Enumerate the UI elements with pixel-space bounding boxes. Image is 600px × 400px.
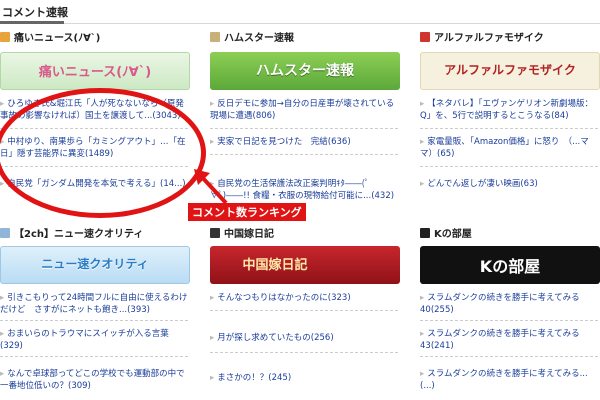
list-item-text[interactable]: スラムダンクの続きを勝手に考えてみる40(255) xyxy=(420,293,580,315)
bullet-icon: ▸ xyxy=(0,329,5,339)
bullet-icon: ▸ xyxy=(420,137,425,147)
list-item-text[interactable]: 実家で日記を見つけた 完結(636) xyxy=(217,137,350,147)
list-item[interactable]: ▸ スラムダンクの続きを勝手に考えてみる40(255) xyxy=(420,292,598,316)
site-banner[interactable]: Kの部屋 xyxy=(420,246,600,284)
site-title[interactable]: ハムスター速報 xyxy=(210,32,294,46)
2ch-site-icon xyxy=(0,228,10,238)
site-title-link[interactable]: Kの部屋 xyxy=(434,229,472,240)
list-item-text[interactable]: 月が探し求めていたもの(256) xyxy=(217,333,333,343)
bullet-icon: ▸ xyxy=(210,99,215,109)
divider xyxy=(420,128,598,129)
section-header: コメント速報 xyxy=(0,0,600,24)
bullet-icon: ▸ xyxy=(420,329,425,339)
bullet-icon: ▸ xyxy=(420,179,425,189)
callout-label: コメント数ランキング xyxy=(188,203,306,221)
list-item[interactable]: ▸ なんで卓球部ってどこの学校でも運動部の中で一番地位低いの？(309) xyxy=(0,368,188,392)
k-room-site-icon xyxy=(420,228,430,238)
divider xyxy=(420,356,598,357)
list-item-text[interactable]: 自民党の生活保護法改正案判明ｷﾀ――(ﾟ∀ﾟ)――!! 食糧・衣服の現物給付可能… xyxy=(210,179,394,201)
list-item-text[interactable]: 家電量販、「Amazon価格」に怒り （...ママ）(65) xyxy=(420,137,589,159)
list-item[interactable]: ▸ そんなつもりはなかったのに(323) xyxy=(210,292,398,304)
hamster-site-icon xyxy=(210,32,220,42)
list-item-text[interactable]: 引きこもりって24時間フルに自由に使えるわけだけど さすがにネットも飽き...(… xyxy=(0,293,187,315)
site-banner-text: ハムスター速報 xyxy=(256,63,354,79)
china-wife-site-icon xyxy=(210,228,220,238)
list-item-text[interactable]: 反日デモに参加→自分の日産車が壊されている現場に遭遇(806) xyxy=(210,99,394,121)
bullet-icon: ▸ xyxy=(210,293,215,303)
site-title-link[interactable]: アルファルファモザイク xyxy=(434,33,544,44)
site-title[interactable]: Kの部屋 xyxy=(420,228,472,242)
site-title[interactable]: アルファルファモザイク xyxy=(420,32,544,46)
site-banner-text: 中国嫁日記 xyxy=(242,258,308,273)
list-item-text[interactable]: そんなつもりはなかったのに(323) xyxy=(217,293,350,303)
site-banner-text: 痛いニュース(ﾉ∀`) xyxy=(38,65,152,80)
divider xyxy=(210,352,398,353)
site-banner-text: アルファルファモザイク xyxy=(444,63,576,77)
list-item-text[interactable]: スラムダンクの続きを勝手に考えてみる...(...) xyxy=(420,369,588,391)
list-item[interactable]: ▸ おまいらのトラウマにスイッチが入る言葉(329) xyxy=(0,328,188,352)
list-item[interactable]: ▸ まさかの！？(245) xyxy=(210,372,398,384)
list-item[interactable]: ▸ スラムダンクの続きを勝手に考えてみる43(241) xyxy=(420,328,598,352)
site-title[interactable]: 中国嫁日記 xyxy=(210,228,274,242)
site-banner[interactable]: 中国嫁日記 xyxy=(210,246,400,284)
site-title[interactable]: 【2ch】ニュー速クオリティ xyxy=(0,228,143,242)
site-banner-text: ニュー速クオリティ xyxy=(41,257,149,271)
list-item[interactable]: ▸ 引きこもりって24時間フルに自由に使えるわけだけど さすがにネットも飽き...… xyxy=(0,292,188,316)
site-banner[interactable]: 痛いニュース(ﾉ∀`) xyxy=(0,52,190,90)
list-item[interactable]: ▸ 実家で日記を見つけた 完結(636) xyxy=(210,136,398,148)
divider xyxy=(420,320,598,321)
site-title-link[interactable]: ハムスター速報 xyxy=(224,33,294,44)
site-banner[interactable]: ハムスター速報 xyxy=(210,52,400,90)
list-item-text[interactable]: なんで卓球部ってどこの学校でも運動部の中で一番地位低いの？(309) xyxy=(0,369,185,391)
list-item[interactable]: ▸ 月が探し求めていたもの(256) xyxy=(210,332,398,344)
site-title-link[interactable]: 痛いニュース(ﾉ∀`) xyxy=(14,33,100,44)
bullet-icon: ▸ xyxy=(420,369,425,379)
bullet-icon: ▸ xyxy=(0,369,5,379)
divider xyxy=(210,128,398,129)
alpha-site-icon xyxy=(420,32,430,42)
bullet-icon: ▸ xyxy=(420,99,425,109)
bullet-icon: ▸ xyxy=(210,137,215,147)
site-banner-text: Kの部屋 xyxy=(479,257,541,276)
site-title[interactable]: 痛いニュース(ﾉ∀`) xyxy=(0,32,100,46)
list-item-text[interactable]: 【ネタバレ】「エヴァンゲリオン新劇場版：Q」を、5行で説明するとこうなる(84) xyxy=(420,99,593,121)
list-item-text[interactable]: まさかの！？(245) xyxy=(217,373,291,383)
site-title-link[interactable]: 中国嫁日記 xyxy=(224,229,274,240)
section-underline xyxy=(0,21,64,24)
list-item-text[interactable]: スラムダンクの続きを勝手に考えてみる43(241) xyxy=(420,329,580,351)
highlight-circle xyxy=(0,88,206,218)
bullet-icon: ▸ xyxy=(0,99,5,109)
list-item[interactable]: ▸ 【ネタバレ】「エヴァンゲリオン新劇場版：Q」を、5行で説明するとこうなる(84… xyxy=(420,98,598,122)
section-title: コメント速報 xyxy=(2,6,68,19)
callout-arrow-icon xyxy=(194,169,228,205)
list-item[interactable]: ▸ どんでん返しが凄い映画(63) xyxy=(420,178,598,190)
bullet-icon: ▸ xyxy=(210,373,215,383)
list-item-text[interactable]: おまいらのトラウマにスイッチが入る言葉(329) xyxy=(0,329,169,351)
divider xyxy=(0,320,188,321)
list-item-text[interactable]: どんでん返しが凄い映画(63) xyxy=(427,179,538,189)
bullet-icon: ▸ xyxy=(0,293,5,303)
site-banner[interactable]: ニュー速クオリティ xyxy=(0,246,190,284)
list-item[interactable]: ▸ 自民党の生活保護法改正案判明ｷﾀ――(ﾟ∀ﾟ)――!! 食糧・衣服の現物給付可… xyxy=(210,178,398,202)
list-item[interactable]: ▸ 家電量販、「Amazon価格」に怒り （...ママ）(65) xyxy=(420,136,598,160)
site-banner[interactable]: アルファルファモザイク xyxy=(420,52,600,90)
news-site-icon xyxy=(0,32,10,42)
bullet-icon: ▸ xyxy=(420,293,425,303)
divider xyxy=(0,356,188,357)
list-item[interactable]: ▸ 反日デモに参加→自分の日産車が壊されている現場に遭遇(806) xyxy=(210,98,398,122)
divider xyxy=(210,310,398,311)
bullet-icon: ▸ xyxy=(210,333,215,343)
site-title-link[interactable]: 【2ch】ニュー速クオリティ xyxy=(14,229,143,240)
divider xyxy=(210,154,398,155)
list-item[interactable]: ▸ スラムダンクの続きを勝手に考えてみる...(...) xyxy=(420,368,598,392)
divider xyxy=(420,166,598,167)
